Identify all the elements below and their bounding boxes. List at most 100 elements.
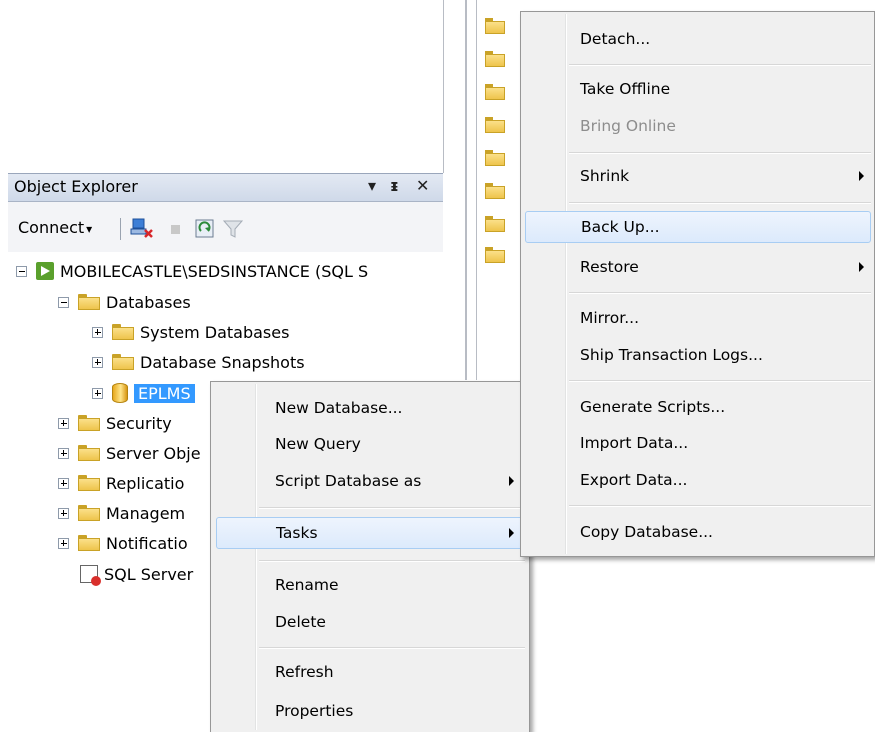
menu-item-delete[interactable]: Delete	[213, 606, 525, 638]
menu-item-properties[interactable]: Properties	[213, 695, 525, 727]
submenu-arrow-icon	[509, 528, 514, 538]
expand-icon[interactable]	[58, 447, 69, 459]
menu-item-label: Back Up...	[581, 218, 660, 236]
menu-item-label: Rename	[275, 576, 339, 594]
expand-icon[interactable]	[92, 356, 103, 368]
menu-item-export-data[interactable]: Export Data...	[523, 464, 871, 496]
expand-icon[interactable]	[58, 477, 69, 489]
folder-icon	[485, 84, 505, 100]
expand-icon[interactable]	[92, 387, 103, 399]
menu-separator	[569, 152, 871, 154]
tree-node-system-databases[interactable]: System Databases	[92, 319, 289, 345]
menu-item-label: Bring Online	[580, 117, 676, 135]
menu-item-label: Export Data...	[580, 471, 688, 489]
agent-icon	[80, 565, 101, 586]
menu-item-bring-online: Bring Online	[523, 110, 871, 142]
expand-icon[interactable]	[58, 507, 69, 519]
filter-icon[interactable]	[223, 218, 245, 240]
pane-splitter-edge	[476, 0, 477, 380]
database-snapshots-label: Database Snapshots	[140, 352, 305, 372]
menu-item-label: Copy Database...	[580, 523, 713, 541]
menu-item-new-database[interactable]: New Database...	[213, 392, 525, 424]
tree-node-eplms[interactable]: EPLMS	[92, 380, 195, 406]
system-databases-label: System Databases	[140, 322, 290, 342]
server-label: MOBILECASTLE\SEDSINSTANCE (SQL S	[60, 261, 369, 281]
menu-separator	[569, 202, 871, 204]
menu-item-tasks[interactable]: Tasks	[216, 517, 524, 549]
tree-node-databases[interactable]: Databases	[58, 289, 191, 315]
connect-dropdown-icon[interactable]: ▾	[86, 222, 92, 236]
menu-item-label: Delete	[275, 613, 326, 631]
menu-separator	[569, 64, 871, 66]
tasks-submenu: Detach... Take Offline Bring Online Shri…	[520, 11, 875, 557]
connect-label: Connect	[18, 218, 85, 237]
menu-item-label: Restore	[580, 258, 639, 276]
menu-item-label: Mirror...	[580, 309, 640, 327]
folder-icon	[112, 324, 134, 340]
refresh-icon[interactable]	[195, 218, 217, 240]
folder-icon	[78, 445, 100, 461]
tree-node-server-objects[interactable]: Server Obje	[58, 440, 201, 466]
submenu-arrow-icon	[509, 476, 514, 486]
menu-item-mirror[interactable]: Mirror...	[523, 302, 871, 334]
connect-button[interactable]: Connect ▾	[18, 218, 92, 237]
menu-item-restore[interactable]: Restore	[523, 251, 871, 283]
database-context-menu: New Database... New Query Script Databas…	[210, 381, 530, 732]
menu-item-back-up[interactable]: Back Up...	[525, 211, 871, 243]
folder-icon	[485, 51, 505, 67]
notification-label: Notificatio	[106, 533, 188, 553]
expand-icon[interactable]	[92, 326, 103, 338]
menu-item-label: Shrink	[580, 167, 630, 185]
tree-node-notification[interactable]: Notificatio	[58, 530, 188, 556]
window-position-dropdown-icon[interactable]: ▾	[368, 176, 376, 195]
menu-item-shrink[interactable]: Shrink	[523, 160, 871, 192]
menu-item-ship-transaction-logs[interactable]: Ship Transaction Logs...	[523, 339, 871, 371]
tree-node-sql-server-agent[interactable]: SQL Server	[80, 561, 193, 587]
collapse-icon[interactable]	[58, 296, 69, 308]
menu-item-label: Refresh	[275, 663, 334, 681]
menu-separator	[259, 647, 525, 649]
folder-icon	[78, 294, 100, 310]
menu-item-refresh[interactable]: Refresh	[213, 656, 525, 688]
collapse-icon[interactable]	[16, 265, 27, 277]
toolbar-separator	[120, 218, 121, 240]
menu-item-label: Ship Transaction Logs...	[580, 346, 763, 364]
object-explorer-titlebar: Object Explorer ▾ ᵻ ✕	[8, 173, 443, 202]
folder-icon	[485, 247, 505, 263]
disconnect-icon[interactable]	[130, 218, 154, 240]
menu-item-label: Import Data...	[580, 434, 689, 452]
folder-icon	[485, 18, 505, 34]
server-icon	[36, 262, 54, 280]
folder-icon	[78, 535, 100, 551]
folder-icon	[485, 216, 505, 232]
management-label: Managem	[106, 503, 186, 523]
pane-divider	[443, 0, 444, 173]
expand-icon[interactable]	[58, 417, 69, 429]
pin-icon[interactable]: ᵻ	[390, 176, 399, 195]
server-objects-label: Server Obje	[106, 443, 201, 463]
tree-node-replication[interactable]: Replicatio	[58, 470, 184, 496]
tree-node-database-snapshots[interactable]: Database Snapshots	[92, 349, 305, 375]
folder-icon	[485, 117, 505, 133]
menu-item-copy-database[interactable]: Copy Database...	[523, 516, 871, 548]
menu-item-rename[interactable]: Rename	[213, 569, 525, 601]
close-icon[interactable]: ✕	[416, 176, 429, 195]
menu-separator	[259, 507, 525, 509]
submenu-arrow-icon	[859, 171, 864, 181]
menu-separator	[569, 505, 871, 507]
expand-icon[interactable]	[58, 537, 69, 549]
menu-item-detach[interactable]: Detach...	[523, 23, 871, 55]
tree-node-server[interactable]: MOBILECASTLE\SEDSINSTANCE (SQL S	[16, 258, 368, 284]
tree-node-security[interactable]: Security	[58, 410, 172, 436]
menu-item-script-database-as[interactable]: Script Database as	[213, 465, 525, 497]
folder-icon	[78, 505, 100, 521]
menu-separator	[569, 380, 871, 382]
menu-item-generate-scripts[interactable]: Generate Scripts...	[523, 391, 871, 423]
menu-item-new-query[interactable]: New Query	[213, 428, 525, 460]
stop-icon[interactable]	[168, 218, 184, 240]
tree-node-management[interactable]: Managem	[58, 500, 185, 526]
object-explorer-title: Object Explorer	[14, 177, 138, 196]
menu-item-take-offline[interactable]: Take Offline	[523, 73, 871, 105]
pane-splitter[interactable]	[465, 0, 467, 380]
menu-item-import-data[interactable]: Import Data...	[523, 427, 871, 459]
